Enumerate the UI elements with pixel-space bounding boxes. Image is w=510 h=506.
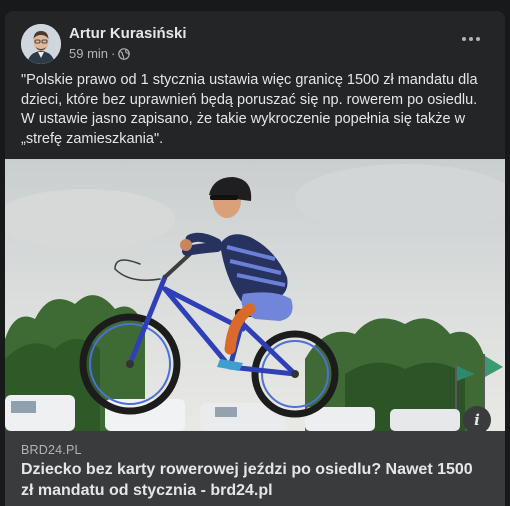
avatar-portrait (21, 24, 61, 64)
post-meta: 59 min · (69, 46, 131, 61)
post-card: Artur Kurasiński 59 min · "Polskie prawo… (5, 11, 505, 506)
boy-on-bike-photo (5, 159, 505, 431)
more-options-button[interactable] (453, 27, 489, 51)
meta-separator: · (111, 46, 116, 61)
link-domain: BRD24.PL (21, 443, 82, 457)
post-time[interactable]: 59 min (69, 46, 108, 61)
author-avatar[interactable] (21, 24, 61, 64)
globe-icon[interactable] (118, 47, 131, 60)
link-preview-box[interactable]: BRD24.PL Dziecko bez karty rowerowej jeź… (5, 431, 505, 506)
author-name[interactable]: Artur Kurasiński (69, 25, 187, 42)
link-title[interactable]: Dziecko bez karty rowerowej jeździ po os… (21, 459, 486, 501)
post-text: "Polskie prawo od 1 stycznia ustawia wię… (21, 72, 478, 147)
info-icon[interactable]: i (463, 406, 491, 434)
link-preview-image[interactable] (5, 159, 505, 431)
more-dots-icon (462, 37, 466, 41)
